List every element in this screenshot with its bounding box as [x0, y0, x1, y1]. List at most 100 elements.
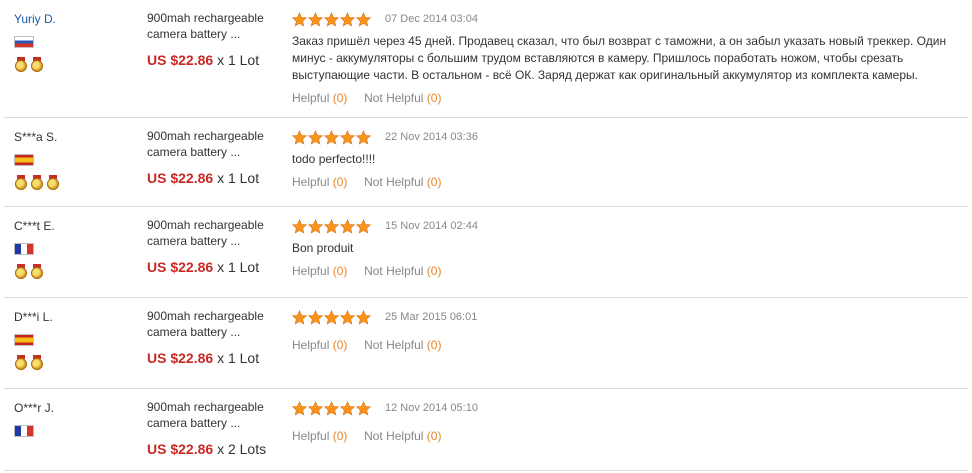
not-helpful-count: (0): [426, 175, 442, 189]
product-title[interactable]: 900mah rechargeable camera battery ...: [147, 128, 287, 160]
star-icon: [356, 309, 371, 325]
country-flag-icon: [14, 154, 34, 166]
helpful-votes: Helpful (0) Not Helpful (0): [292, 338, 962, 352]
helpful-link[interactable]: Helpful (0): [292, 338, 347, 352]
helpful-count: (0): [332, 338, 348, 352]
country-flag-icon: [14, 243, 34, 255]
product-info: 900mah rechargeable camera battery ... U…: [147, 10, 287, 68]
country-flag-icon: [14, 36, 34, 48]
star-icon: [324, 400, 339, 416]
order-price: US $22.86 x 1 Lot: [147, 170, 287, 186]
price-value: US $22.86: [147, 52, 214, 68]
medal-icon: [14, 264, 28, 279]
star-icon: [308, 129, 323, 145]
star-icon: [308, 11, 323, 27]
helpful-count: (0): [332, 91, 348, 105]
review-body: 12 Nov 2014 05:10 Helpful (0) Not Helpfu…: [292, 399, 962, 443]
product-title-line: 900mah rechargeable: [147, 11, 264, 25]
star-rating: [292, 400, 371, 416]
helpful-link[interactable]: Helpful (0): [292, 175, 347, 189]
review-date: 15 Nov 2014 02:44: [385, 220, 478, 232]
helpful-count: (0): [332, 175, 348, 189]
medal-icon: [14, 57, 28, 72]
order-price: US $22.86 x 1 Lot: [147, 350, 287, 366]
helpful-label: Helpful: [292, 429, 330, 443]
buyer-info: C***t E.: [14, 219, 134, 280]
not-helpful-count: (0): [426, 91, 442, 105]
not-helpful-link[interactable]: Not Helpful (0): [364, 91, 441, 105]
feedback-list: Yuriy D. 900mah rechargeable camera batt…: [4, 0, 968, 471]
buyer-name[interactable]: Yuriy D.: [14, 12, 134, 26]
price-value: US $22.86: [147, 259, 214, 275]
helpful-link[interactable]: Helpful (0): [292, 429, 347, 443]
buyer-name: O***r J.: [14, 401, 55, 415]
feedback-row: D***i L. 900mah rechargeable camera batt…: [4, 298, 968, 389]
helpful-label: Helpful: [292, 264, 330, 278]
helpful-count: (0): [332, 264, 348, 278]
star-icon: [356, 129, 371, 145]
buyer-level-medals: [14, 175, 134, 191]
star-rating: [292, 11, 371, 27]
product-title-line: camera battery ...: [147, 234, 241, 248]
product-title-line: camera battery ...: [147, 27, 241, 41]
product-title-line: 900mah rechargeable: [147, 129, 264, 143]
not-helpful-count: (0): [426, 264, 442, 278]
product-info: 900mah rechargeable camera battery ... U…: [147, 128, 287, 186]
star-icon: [292, 218, 307, 234]
product-title[interactable]: 900mah rechargeable camera battery ...: [147, 399, 287, 431]
feedback-row: C***t E. 900mah rechargeable camera batt…: [4, 207, 968, 298]
product-title[interactable]: 900mah rechargeable camera battery ...: [147, 10, 287, 42]
medal-icon: [30, 175, 44, 190]
not-helpful-count: (0): [426, 429, 442, 443]
helpful-link[interactable]: Helpful (0): [292, 264, 347, 278]
buyer-info: D***i L.: [14, 310, 134, 371]
feedback-row: S***a S. 900mah rechargeable camera batt…: [4, 118, 968, 207]
product-title-line: 900mah rechargeable: [147, 218, 264, 232]
review-date: 12 Nov 2014 05:10: [385, 402, 478, 414]
star-rating: [292, 129, 371, 145]
order-price: US $22.86 x 2 Lots: [147, 441, 287, 457]
review-body: 25 Mar 2015 06:01 Helpful (0) Not Helpfu…: [292, 308, 962, 352]
feedback-row: Yuriy D. 900mah rechargeable camera batt…: [4, 0, 968, 118]
product-info: 900mah rechargeable camera battery ... U…: [147, 308, 287, 366]
not-helpful-label: Not Helpful: [364, 429, 424, 443]
star-icon: [356, 218, 371, 234]
star-icon: [308, 218, 323, 234]
star-icon: [308, 400, 323, 416]
medal-icon: [14, 355, 28, 370]
not-helpful-link[interactable]: Not Helpful (0): [364, 338, 441, 352]
not-helpful-link[interactable]: Not Helpful (0): [364, 429, 441, 443]
order-quantity: x 1 Lot: [217, 170, 260, 186]
country-flag-icon: [14, 425, 34, 437]
product-title[interactable]: 900mah rechargeable camera battery ...: [147, 217, 287, 249]
medal-icon: [30, 355, 44, 370]
country-flag-icon: [14, 334, 34, 346]
buyer-info: O***r J.: [14, 401, 134, 437]
star-icon: [292, 400, 307, 416]
medal-icon: [30, 57, 44, 72]
star-icon: [324, 129, 339, 145]
helpful-link[interactable]: Helpful (0): [292, 91, 347, 105]
product-info: 900mah rechargeable camera battery ... U…: [147, 399, 287, 457]
not-helpful-count: (0): [426, 338, 442, 352]
star-icon: [340, 129, 355, 145]
star-icon: [324, 218, 339, 234]
product-info: 900mah rechargeable camera battery ... U…: [147, 217, 287, 275]
helpful-label: Helpful: [292, 338, 330, 352]
not-helpful-label: Not Helpful: [364, 338, 424, 352]
order-quantity: x 2 Lots: [217, 441, 267, 457]
not-helpful-link[interactable]: Not Helpful (0): [364, 264, 441, 278]
not-helpful-link[interactable]: Not Helpful (0): [364, 175, 441, 189]
medal-icon: [14, 175, 28, 190]
review-body: 15 Nov 2014 02:44 Bon produit Helpful (0…: [292, 217, 962, 278]
review-body: 22 Nov 2014 03:36 todo perfecto!!!! Help…: [292, 128, 962, 189]
star-icon: [356, 400, 371, 416]
product-title-line: 900mah rechargeable: [147, 309, 264, 323]
order-price: US $22.86 x 1 Lot: [147, 259, 287, 275]
price-value: US $22.86: [147, 441, 214, 457]
product-title[interactable]: 900mah rechargeable camera battery ...: [147, 308, 287, 340]
order-quantity: x 1 Lot: [217, 350, 260, 366]
star-icon: [292, 309, 307, 325]
star-icon: [340, 400, 355, 416]
order-quantity: x 1 Lot: [217, 52, 260, 68]
